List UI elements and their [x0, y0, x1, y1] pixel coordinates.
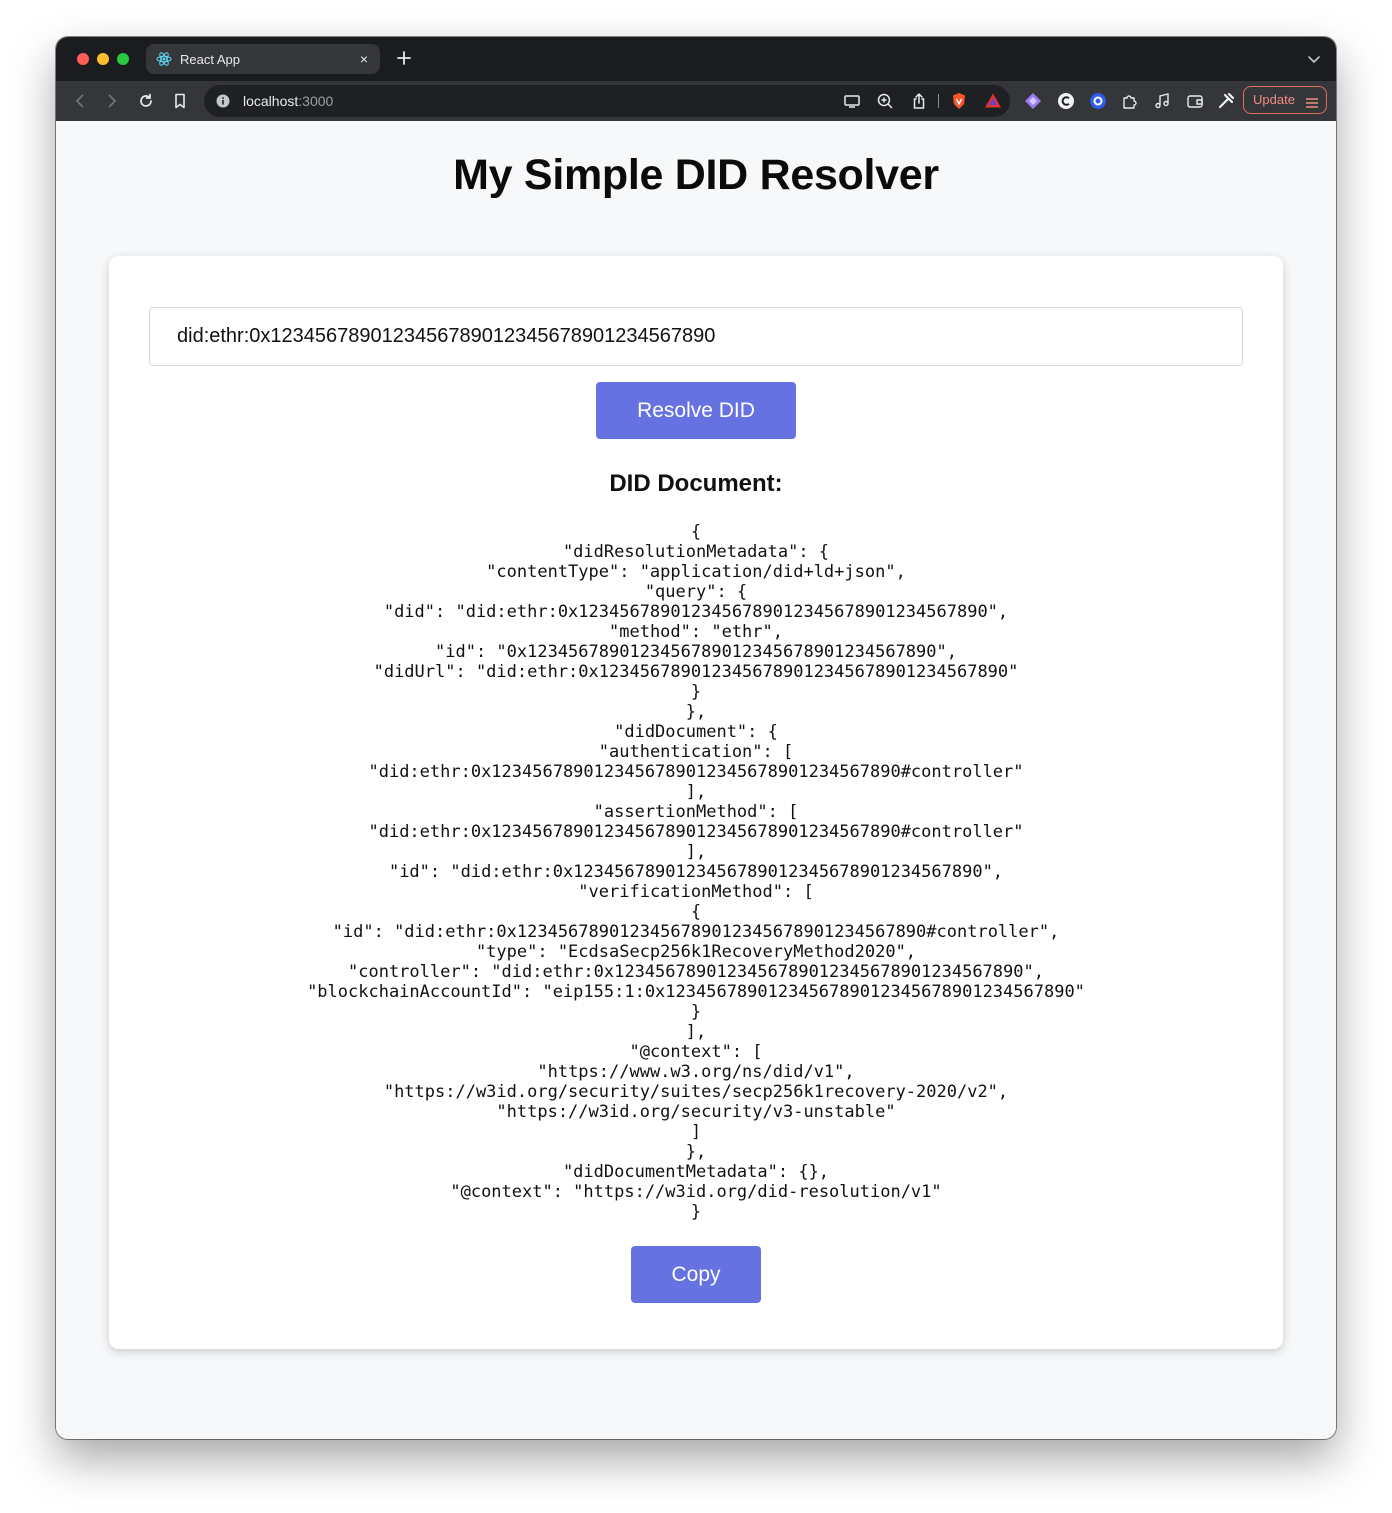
- json-line: },: [685, 702, 707, 722]
- browser-window: React App × localhost:3000 Update My Sim…: [56, 37, 1336, 1439]
- json-line: "@context": "https://w3id.org/did-resolu…: [450, 1182, 942, 1202]
- json-line: "did:ethr:0x1234567890123456789012345678…: [368, 762, 1024, 782]
- cast-icon[interactable]: [842, 91, 862, 111]
- maximize-window-button[interactable]: [117, 53, 129, 65]
- json-line: "type": "EcdsaSecp256k1RecoveryMethod202…: [475, 942, 917, 962]
- update-label: Update: [1253, 92, 1295, 107]
- json-line: "method": "ethr",: [609, 622, 783, 642]
- json-line: "didDocument": {: [614, 722, 778, 742]
- zoom-icon[interactable]: [875, 91, 895, 111]
- json-line: "didDocumentMetadata": {},: [562, 1162, 830, 1182]
- json-line: }: [690, 1202, 702, 1222]
- json-line: "query": {: [644, 582, 748, 602]
- did-document-json: {"didResolutionMetadata": {"contentType"…: [109, 522, 1283, 1222]
- json-line: }: [690, 1002, 702, 1022]
- json-line: "id": "did:ethr:0x1234567890123456789012…: [332, 922, 1060, 942]
- back-icon[interactable]: [70, 91, 90, 111]
- puzzle-icon[interactable]: [1120, 91, 1140, 111]
- json-line: "did": "did:ethr:0x123456789012345678901…: [383, 602, 1009, 622]
- json-line: "contentType": "application/did+ld+json"…: [486, 562, 906, 582]
- react-icon: [156, 51, 172, 67]
- json-line: "https://www.w3.org/ns/did/v1",: [537, 1062, 855, 1082]
- extension-c-icon[interactable]: [1056, 91, 1076, 111]
- json-line: ],: [685, 1022, 707, 1042]
- url-host: localhost: [243, 93, 299, 109]
- json-line: "id": "did:ethr:0x1234567890123456789012…: [388, 862, 1004, 882]
- resolver-card: Resolve DID DID Document: {"didResolutio…: [109, 256, 1283, 1349]
- json-line: "controller": "did:ethr:0x12345678901234…: [348, 962, 1044, 982]
- new-tab-icon[interactable]: [394, 48, 414, 68]
- address-divider: [938, 94, 939, 108]
- did-document-heading: DID Document:: [609, 470, 783, 497]
- json-line: "authentication": [: [598, 742, 794, 762]
- music-icon[interactable]: [1152, 91, 1172, 111]
- json-line: "https://w3id.org/security/suites/secp25…: [383, 1082, 1009, 1102]
- json-line: ],: [685, 842, 707, 862]
- chevron-down-icon[interactable]: [1306, 51, 1322, 67]
- close-window-button[interactable]: [77, 53, 89, 65]
- wallet-icon[interactable]: [1185, 91, 1205, 111]
- json-line: "didUrl": "did:ethr:0x123456789012345678…: [373, 662, 1019, 682]
- extension-circle-icon[interactable]: [1088, 91, 1108, 111]
- extension-diamond-icon[interactable]: [1023, 91, 1043, 111]
- json-line: "did:ethr:0x1234567890123456789012345678…: [368, 822, 1024, 842]
- copy-button[interactable]: Copy: [631, 1246, 761, 1303]
- json-line: "@context": [: [629, 1042, 763, 1062]
- brave-rewards-icon[interactable]: [983, 91, 1003, 111]
- share-icon[interactable]: [909, 91, 929, 111]
- did-input[interactable]: [149, 307, 1243, 366]
- url-port: :3000: [298, 93, 334, 109]
- json-line: "assertionMethod": [: [593, 802, 799, 822]
- forward-icon[interactable]: [102, 91, 122, 111]
- tools-icon[interactable]: [1216, 91, 1236, 111]
- json-line: },: [685, 1142, 707, 1162]
- json-line: "didResolutionMetadata": {: [562, 542, 830, 562]
- address-bar[interactable]: localhost:3000: [204, 85, 1010, 117]
- browser-toolbar: localhost:3000 Update: [56, 81, 1336, 121]
- url-text: localhost:3000: [243, 93, 333, 109]
- json-line: }: [690, 682, 702, 702]
- json-line: "verificationMethod": [: [578, 882, 814, 902]
- bookmark-icon[interactable]: [170, 91, 190, 111]
- minimize-window-button[interactable]: [97, 53, 109, 65]
- json-line: {: [690, 902, 702, 922]
- json-line: "https://w3id.org/security/v3-unstable": [496, 1102, 896, 1122]
- json-line: {: [690, 522, 702, 542]
- tab-bar: React App ×: [56, 37, 1336, 81]
- brave-shield-icon[interactable]: [949, 91, 969, 111]
- tab-react-app[interactable]: React App ×: [146, 44, 380, 74]
- close-tab-icon[interactable]: ×: [356, 51, 372, 67]
- site-info-icon[interactable]: [216, 94, 230, 108]
- hamburger-menu-icon: [1305, 93, 1319, 108]
- reload-icon[interactable]: [136, 91, 156, 111]
- update-button[interactable]: Update: [1243, 86, 1327, 114]
- page-content: My Simple DID Resolver Resolve DID DID D…: [56, 121, 1336, 1439]
- tab-title: React App: [180, 52, 240, 67]
- json-line: "id": "0x1234567890123456789012345678901…: [435, 642, 957, 662]
- json-line: ],: [685, 782, 707, 802]
- json-line: ]: [690, 1122, 702, 1142]
- page-title: My Simple DID Resolver: [453, 151, 939, 199]
- json-line: "blockchainAccountId": "eip155:1:0x12345…: [307, 982, 1085, 1002]
- resolve-did-button[interactable]: Resolve DID: [596, 382, 796, 439]
